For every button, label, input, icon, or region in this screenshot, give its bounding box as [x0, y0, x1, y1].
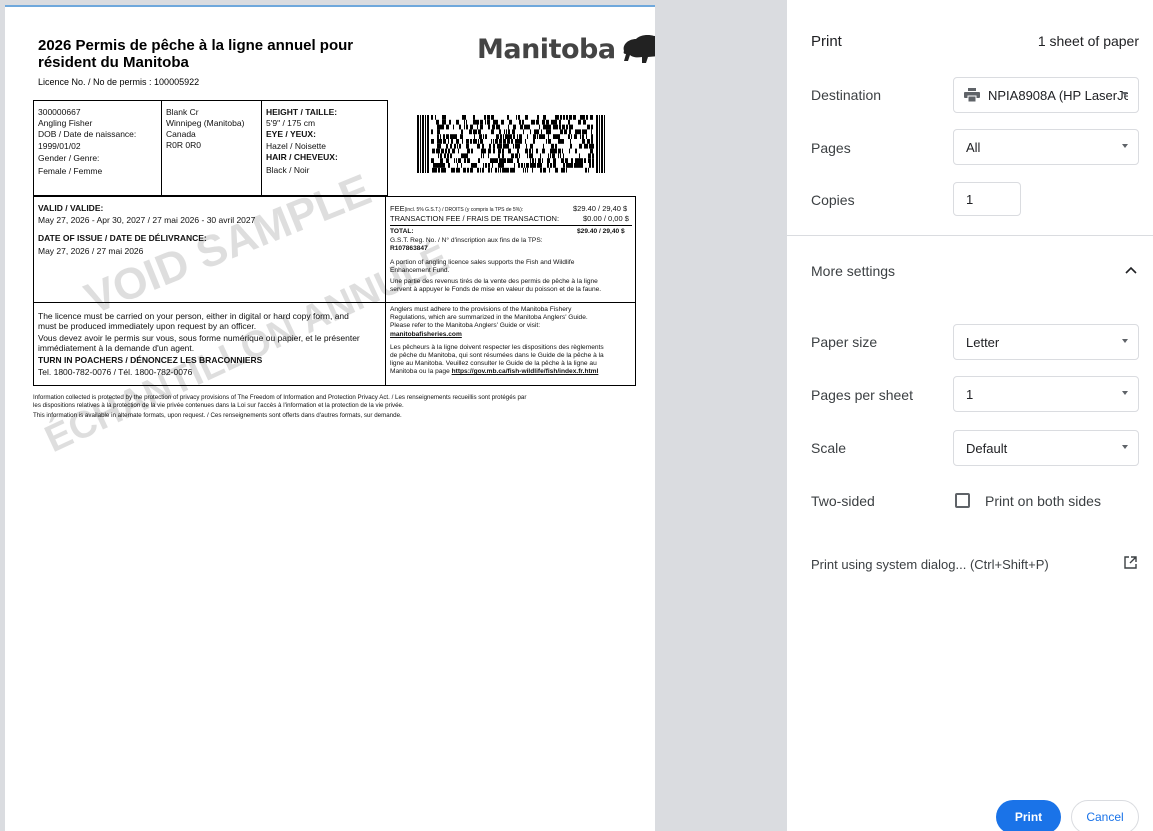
scale-select[interactable]: Default [953, 430, 1139, 466]
paper-size-select[interactable]: Letter [953, 324, 1139, 360]
panel-divider [787, 235, 1153, 236]
sheet-count: 1 sheet of paper [1037, 33, 1139, 49]
eye-value: Hazel / Noisette [266, 141, 326, 151]
holder-id: 300000667 [38, 107, 81, 117]
hair-label: HAIR / CHEVEUX: [266, 152, 338, 162]
fee-label: FEE(incl. 5% G.S.T.) / DROITS (y compris… [390, 204, 523, 214]
hair-value: Black / Noir [266, 165, 310, 175]
total-value: $29.40 / 29,40 $ [577, 228, 625, 235]
preview-page: 2026 Permis de pêche à la ligne annuel p… [5, 5, 655, 831]
address-city: Winnipeg (Manitoba) [166, 118, 245, 128]
regs-line-1: Anglers must adhere to the provisions of… [390, 306, 572, 313]
gender-label: Gender / Genre: [38, 153, 100, 163]
two-sided-label: Two-sided [811, 493, 875, 509]
pages-per-sheet-value: 1 [966, 386, 974, 402]
print-settings-panel: Print 1 sheet of paper Destination NPIA8… [787, 0, 1153, 831]
total-label: TOTAL: [390, 228, 414, 235]
copies-label: Copies [811, 192, 855, 208]
pages-select[interactable]: All [953, 129, 1139, 165]
regs-line-6: ligne au Manitoba. Veuillez consulter le… [390, 360, 597, 367]
dob-value: 1999/01/02 [38, 141, 81, 151]
destination-select[interactable]: NPIA8908A (HP LaserJet [953, 77, 1139, 113]
height-label: HEIGHT / TAILLE: [266, 107, 338, 117]
carry-line-2: must be produced immediately upon reques… [38, 321, 257, 331]
scale-value: Default [966, 440, 1008, 456]
privacy-line-2: les dispositions relatives à la protecti… [33, 402, 404, 409]
carry-line-4: immédiatement à la demande d'un agent. [38, 343, 195, 353]
destination-value: NPIA8908A (HP LaserJet [988, 87, 1128, 103]
privacy-line-1: Information collected is protected by th… [33, 394, 527, 401]
bison-icon [623, 35, 655, 63]
address-postal: R0R 0R0 [166, 140, 201, 150]
printer-icon [964, 88, 980, 102]
gst-label: G.S.T. Reg. No. / N° d'inscription aux f… [390, 237, 543, 244]
regs-line-4: Les pêcheurs à la ligne doivent respecte… [390, 344, 604, 351]
paper-size-label: Paper size [811, 334, 878, 350]
valid-value: May 27, 2026 - Apr 30, 2027 / 27 mai 202… [38, 215, 256, 225]
chevron-up-icon[interactable] [1125, 266, 1137, 274]
transaction-value: $0.00 / 0,00 $ [583, 214, 629, 223]
eye-label: EYE / YEUX: [266, 129, 316, 139]
issue-value: May 27, 2026 / 27 mai 2026 [38, 246, 144, 256]
chevron-down-icon [1122, 92, 1128, 96]
holder-name: Angling Fisher [38, 118, 93, 128]
fund-note-en-2: Enhancement Fund. [390, 267, 450, 274]
licence-number: Licence No. / No de permis : 100005922 [38, 77, 200, 87]
logo-text: Manitoba [477, 33, 616, 65]
manitoba-logo: Manitoba [477, 33, 655, 65]
print-button[interactable]: Print [996, 800, 1061, 831]
poachers-tel: Tel. 1800-782-0076 / Tél. 1800-782-0076 [38, 367, 193, 377]
fisheries-link[interactable]: manitobafisheries.com [390, 331, 462, 339]
chevron-down-icon [1122, 391, 1128, 395]
dob-label: DOB / Date de naissance: [38, 129, 137, 139]
issue-label: DATE OF ISSUE / DATE DE DÉLIVRANCE: [38, 233, 207, 243]
address-street: Blank Cr [166, 107, 199, 117]
gender-value: Female / Femme [38, 166, 103, 176]
regs-line-5: de pêche du Manitoba, qui sont résumées … [390, 352, 604, 359]
chevron-down-icon [1122, 445, 1128, 449]
destination-label: Destination [811, 87, 882, 103]
system-dialog-link[interactable]: Print using system dialog... (Ctrl+Shift… [811, 557, 1049, 572]
two-sided-option-label[interactable]: Print on both sides [985, 493, 1101, 509]
regs-line-3: Please refer to the Manitoba Anglers' Gu… [390, 322, 541, 329]
fee-label-main: FEE [390, 204, 405, 213]
pdf417-barcode [417, 115, 605, 173]
height-value: 5'9" / 175 cm [266, 118, 316, 128]
pages-label: Pages [811, 140, 851, 156]
regs-line-7-text: Manitoba ou la page [390, 368, 452, 375]
pages-per-sheet-label: Pages per sheet [811, 387, 913, 403]
fund-note-fr-1: Une partie des revenus tirés de la vente… [390, 278, 598, 285]
chevron-down-icon [1122, 144, 1128, 148]
regs-line-2: Regulations, which are summarized in the… [390, 314, 588, 321]
address-country: Canada [166, 129, 196, 139]
scale-label: Scale [811, 440, 847, 456]
paper-size-value: Letter [966, 334, 1000, 350]
open-in-new-icon[interactable] [1124, 556, 1137, 569]
fee-label-detail: (incl. 5% G.S.T.) / DROITS (y compris la… [404, 207, 524, 213]
privacy-line-3: This information is available in alterna… [33, 412, 402, 419]
two-sided-checkbox[interactable] [955, 493, 970, 508]
copies-input[interactable]: 1 [953, 182, 1021, 216]
transaction-label: TRANSACTION FEE / FRAIS DE TRANSACTION: [390, 214, 560, 223]
regs-line-7: Manitoba ou la page https://gov.mb.ca/fi… [390, 368, 598, 376]
poachers-line: TURN IN POACHERS / DÉNONCEZ LES BRACONNI… [38, 355, 263, 365]
fund-note-fr-2: servent à appuyer le Fonds de mise en va… [390, 286, 602, 293]
cancel-button[interactable]: Cancel [1071, 800, 1139, 831]
fund-note-en-1: A portion of angling licence sales suppo… [390, 259, 575, 266]
print-preview-area: 2026 Permis de pêche à la ligne annuel p… [0, 0, 787, 831]
fee-value: $29.40 / 29,40 $ [573, 204, 628, 213]
valid-label: VALID / VALIDE: [38, 203, 104, 213]
gov-fish-link[interactable]: https://gov.mb.ca/fish-wildlife/fish/ind… [452, 368, 599, 375]
more-settings-toggle[interactable]: More settings [811, 263, 895, 279]
panel-title: Print [811, 33, 842, 50]
document-title: 2026 Permis de pêche à la ligne annuel p… [38, 37, 354, 71]
pages-value: All [966, 139, 981, 155]
pages-per-sheet-select[interactable]: 1 [953, 376, 1139, 412]
preview-scroll-track[interactable] [655, 0, 787, 831]
chevron-down-icon [1122, 339, 1128, 343]
gst-value: R107863847 [390, 245, 428, 252]
